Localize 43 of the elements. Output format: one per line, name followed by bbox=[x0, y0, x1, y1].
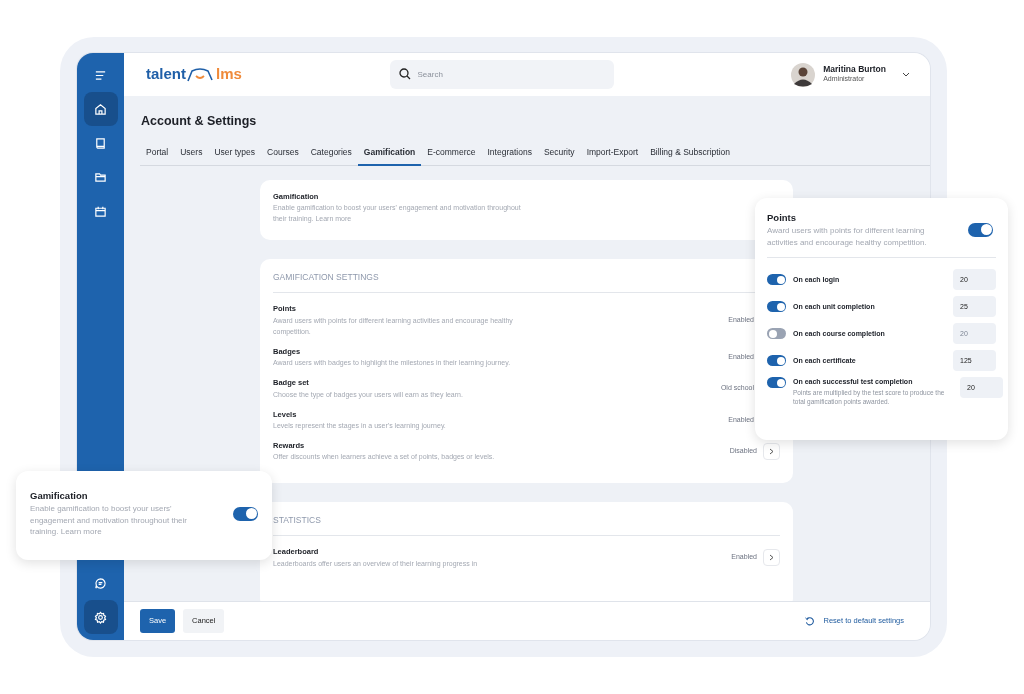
book-icon bbox=[94, 136, 107, 150]
toggle-switch[interactable] bbox=[233, 506, 258, 521]
popup-description: Enable gamification to boost your users' engagement and motivation throughout their training. Learn more bbox=[30, 503, 188, 539]
logo-swoosh-icon bbox=[186, 67, 216, 82]
tab[interactable]: Users bbox=[174, 142, 209, 166]
chevron-right-icon bbox=[769, 447, 774, 455]
settings-icon bbox=[94, 610, 107, 624]
toggle-switch[interactable] bbox=[767, 301, 786, 313]
tab[interactable]: Import-Export bbox=[580, 142, 645, 166]
chevron-right-icon bbox=[769, 554, 774, 562]
user-name: Maritina Burton bbox=[823, 64, 886, 74]
toggle-switch[interactable] bbox=[767, 355, 786, 367]
toggle-switch[interactable] bbox=[767, 274, 786, 286]
popup-description: Award users with points for different learning activities and encourage healthy competition. bbox=[767, 225, 928, 249]
tab[interactable]: Courses bbox=[261, 142, 305, 166]
tab[interactable]: Integrations bbox=[481, 142, 538, 166]
sidebar-button[interactable] bbox=[83, 92, 118, 126]
tab[interactable]: Security bbox=[537, 142, 581, 166]
tab[interactable]: Gamification bbox=[357, 142, 422, 166]
home-icon bbox=[94, 102, 107, 116]
logo-text: talent bbox=[146, 64, 186, 85]
tab[interactable]: Portal bbox=[140, 142, 175, 166]
chat-icon bbox=[94, 576, 107, 590]
tab[interactable]: Categories bbox=[304, 142, 358, 166]
avatar bbox=[791, 62, 816, 87]
toggle-switch[interactable] bbox=[767, 377, 786, 389]
section-heading: STATISTICS bbox=[273, 512, 780, 537]
logo-text: lms bbox=[216, 64, 242, 85]
menu-icon bbox=[94, 68, 107, 82]
popup-title: Points bbox=[767, 211, 798, 225]
toggle-switch[interactable] bbox=[767, 328, 786, 340]
search-field[interactable]: Search bbox=[389, 60, 614, 89]
calendar-icon bbox=[94, 204, 107, 218]
popup-title: Gamification bbox=[30, 489, 89, 503]
tab[interactable]: E-commerce bbox=[421, 142, 482, 166]
folder-icon bbox=[94, 170, 107, 184]
toggle-switch[interactable] bbox=[968, 222, 993, 237]
sidebar-button[interactable] bbox=[83, 600, 118, 634]
tab[interactable]: Billing & Subscription bbox=[644, 142, 736, 166]
tab[interactable]: User types bbox=[208, 142, 262, 166]
reset-icon bbox=[804, 616, 814, 626]
chevron-down-icon[interactable] bbox=[902, 71, 910, 78]
page-title: Account & Settings bbox=[141, 113, 258, 130]
